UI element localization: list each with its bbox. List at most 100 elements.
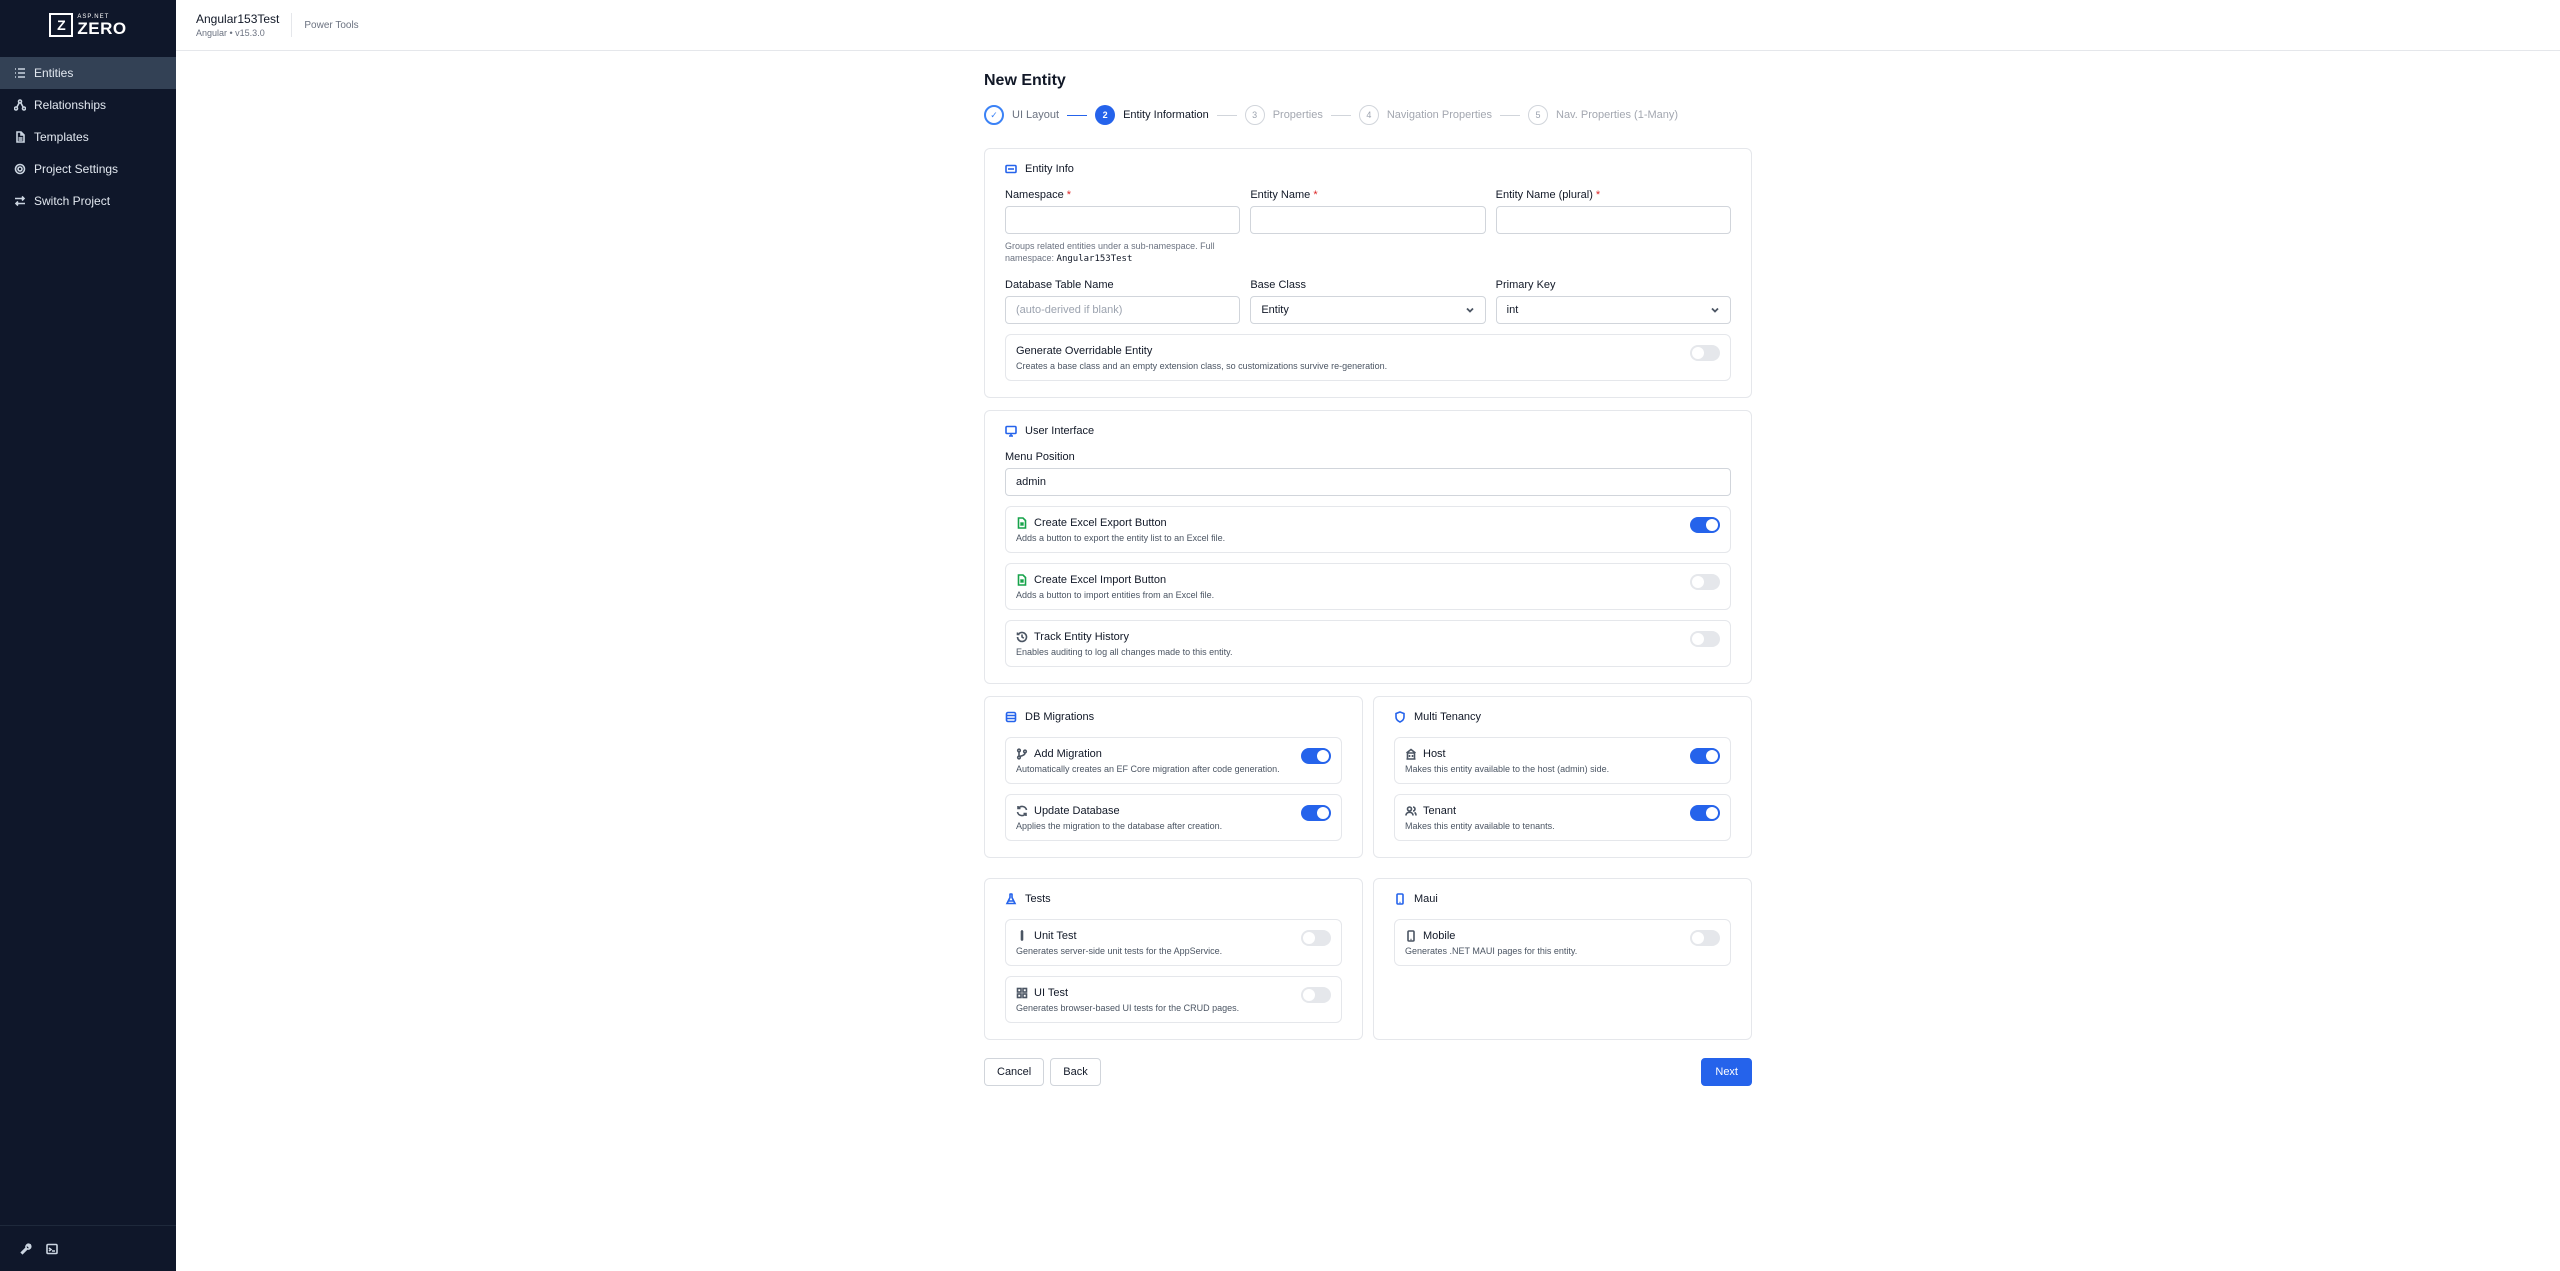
mobile-option: Mobile Generates .NET MAUI pages for thi… xyxy=(1394,919,1731,967)
overridable-entity-option: Generate Overridable Entity Creates a ba… xyxy=(1005,334,1731,382)
terminal-icon[interactable] xyxy=(46,1243,58,1255)
sidebar-item-label: Templates xyxy=(34,130,89,144)
option-title: Tenant xyxy=(1423,805,1457,818)
option-desc: Automatically creates an EF Core migrati… xyxy=(1016,764,1280,775)
option-title: Create Excel Export Button xyxy=(1034,517,1167,530)
card-title: Maui xyxy=(1394,893,1731,905)
sidebar-item-project-settings[interactable]: Project Settings xyxy=(0,153,176,185)
git-branch-icon xyxy=(1016,748,1028,760)
sidebar-item-relationships[interactable]: Relationships xyxy=(0,89,176,121)
option-desc: Generates .NET MAUI pages for this entit… xyxy=(1405,946,1578,957)
host-option: Host Makes this entity available to the … xyxy=(1394,737,1731,785)
option-title: Create Excel Import Button xyxy=(1034,574,1167,587)
entity-name-input[interactable] xyxy=(1250,206,1486,234)
add-migration-toggle[interactable] xyxy=(1301,748,1331,765)
database-icon xyxy=(1005,711,1017,723)
entity-plural-label: Entity Name (plural) * xyxy=(1495,189,1601,201)
logo-big-text: ZERO xyxy=(77,18,127,38)
primary-key-value: int xyxy=(1506,304,1519,317)
option-desc: Creates a base class and an empty extens… xyxy=(1016,361,1388,372)
card-title-text: Multi Tenancy xyxy=(1414,711,1482,724)
update-database-toggle[interactable] xyxy=(1301,805,1331,822)
monitor-icon xyxy=(1005,425,1017,438)
building-icon xyxy=(1406,748,1416,761)
step-connector xyxy=(1500,114,1520,116)
sidebar-item-templates[interactable]: Templates xyxy=(0,121,176,153)
base-class-select[interactable]: Entity xyxy=(1250,296,1486,325)
entity-history-option: Track Entity History Enables auditing to… xyxy=(1005,620,1731,668)
step-connector xyxy=(1067,114,1088,116)
step-label: Properties xyxy=(1272,109,1323,121)
swap-icon xyxy=(14,195,26,207)
option-title: Track Entity History xyxy=(1034,631,1129,644)
step-number: 4 xyxy=(1358,105,1379,125)
sidebar-item-label: Entities xyxy=(34,66,74,80)
menu-position-input[interactable] xyxy=(1005,468,1731,497)
option-title: Update Database xyxy=(1034,805,1120,818)
host-toggle[interactable] xyxy=(1690,748,1720,765)
project-name: Angular153Test xyxy=(196,12,280,26)
history-icon xyxy=(1016,631,1028,643)
ui-test-toggle[interactable] xyxy=(1301,987,1331,1004)
card-title: DB Migrations xyxy=(1005,711,1342,723)
wrench-icon[interactable] xyxy=(20,1243,32,1255)
sidebar-item-switch-project[interactable]: Switch Project xyxy=(0,185,176,217)
entity-plural-input[interactable] xyxy=(1495,206,1731,234)
step-label: UI Layout xyxy=(1012,109,1060,121)
option-title: UI Test xyxy=(1034,987,1069,1000)
tenant-option: Tenant Makes this entity available to te… xyxy=(1394,794,1731,842)
grid-icon xyxy=(1016,987,1028,999)
unit-test-toggle[interactable] xyxy=(1301,930,1331,947)
sidebar-item-entities[interactable]: Entities xyxy=(0,57,176,89)
namespace-input[interactable] xyxy=(1005,206,1241,234)
chevron-down-icon xyxy=(1711,308,1719,314)
unit-test-option: Unit Test Generates server-side unit tes… xyxy=(1005,919,1342,967)
card-title-text: DB Migrations xyxy=(1025,711,1095,724)
overridable-entity-toggle[interactable] xyxy=(1690,345,1720,362)
flask-icon xyxy=(1005,893,1017,905)
tenant-toggle[interactable] xyxy=(1690,805,1720,822)
step-entity-information[interactable]: 2 Entity Information xyxy=(1095,105,1209,125)
relationship-icon xyxy=(14,99,26,111)
step-ui-layout[interactable]: ✓ UI Layout xyxy=(984,105,1059,125)
sidebar-item-label: Relationships xyxy=(34,98,107,112)
phone-icon xyxy=(1396,893,1404,906)
primary-key-label: Primary Key xyxy=(1495,279,1556,292)
test-tube-icon xyxy=(1020,930,1024,942)
step-properties[interactable]: 3 Properties xyxy=(1244,105,1323,125)
table-name-input[interactable] xyxy=(1005,296,1241,325)
cancel-button[interactable]: Cancel xyxy=(984,1058,1045,1087)
option-desc: Enables auditing to log all changes made… xyxy=(1016,647,1233,658)
step-nav-properties-1-many[interactable]: 5 Nav. Properties (1-Many) xyxy=(1528,105,1678,125)
maui-card: Maui Mobile Generates .NET MAUI pages fo… xyxy=(1373,878,1752,1041)
step-navigation-properties[interactable]: 4 Navigation Properties xyxy=(1358,105,1492,125)
card-title: Entity Info xyxy=(1005,163,1731,175)
project-info: Angular153Test Angular • v15.3.0 xyxy=(196,12,279,38)
excel-export-option: Create Excel Export Button Adds a button… xyxy=(1005,506,1731,554)
step-label: Entity Information xyxy=(1123,109,1209,121)
topbar: Angular153Test Angular • v15.3.0 Power T… xyxy=(176,0,2560,51)
option-desc: Generates browser-based UI tests for the… xyxy=(1016,1003,1240,1014)
excel-import-toggle[interactable] xyxy=(1690,574,1720,591)
step-connector xyxy=(1330,114,1351,116)
shield-icon xyxy=(1395,711,1405,724)
next-button[interactable]: Next xyxy=(1701,1058,1752,1087)
option-desc: Adds a button to export the entity list … xyxy=(1016,533,1226,544)
card-title-text: Tests xyxy=(1025,893,1051,906)
excel-export-toggle[interactable] xyxy=(1690,517,1720,534)
update-database-option: Update Database Applies the migration to… xyxy=(1005,794,1342,842)
power-tools-link[interactable]: Power Tools xyxy=(304,20,358,31)
entity-history-toggle[interactable] xyxy=(1690,631,1720,648)
sidebar: Z ASP.NET ZERO Entities Relationships Te… xyxy=(0,0,176,1271)
entity-name-label: Entity Name * xyxy=(1250,189,1318,201)
card-title: Tests xyxy=(1005,893,1342,905)
primary-key-select[interactable]: int xyxy=(1495,296,1731,325)
excel-file-icon xyxy=(1017,517,1027,530)
option-title: Unit Test xyxy=(1034,930,1077,943)
mobile-toggle[interactable] xyxy=(1690,930,1720,947)
back-button[interactable]: Back xyxy=(1050,1058,1101,1087)
step-label: Nav. Properties (1-Many) xyxy=(1556,109,1679,121)
namespace-hint: Groups related entities under a sub-name… xyxy=(1005,241,1215,265)
card-title: User Interface xyxy=(1005,425,1731,437)
logo: Z ASP.NET ZERO xyxy=(0,0,176,50)
